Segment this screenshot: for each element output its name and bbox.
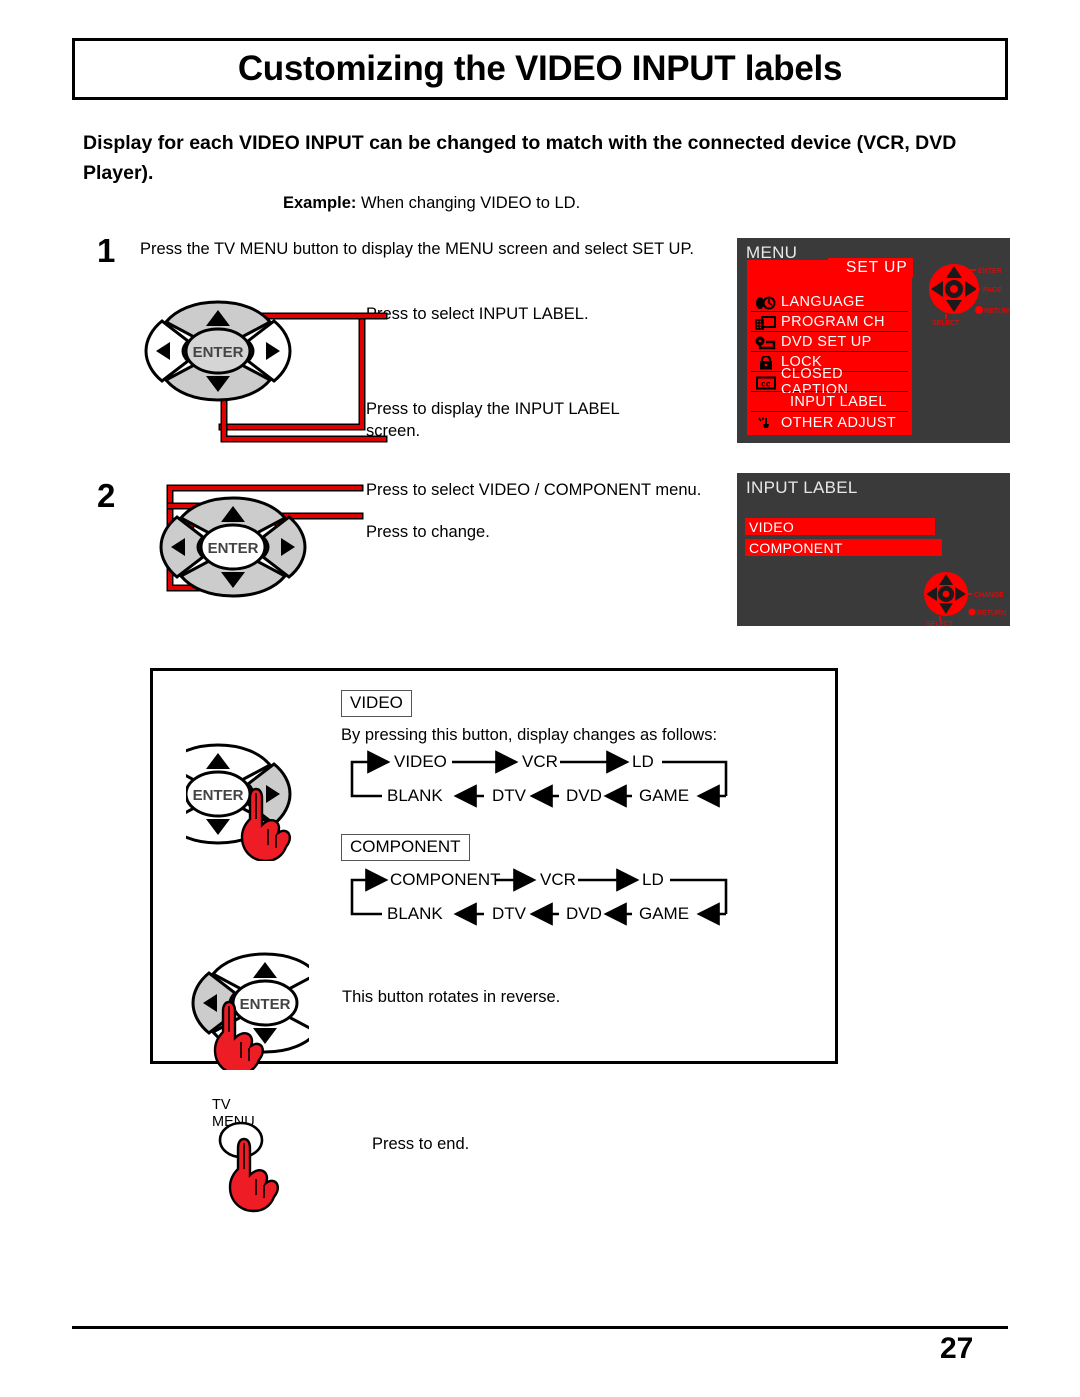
- osd-input-navpad[interactable]: CHANGE RETURN SELECT: [922, 568, 1012, 628]
- navpad-select-label: SELECT: [926, 621, 954, 628]
- flow-node-ld: LD: [642, 870, 664, 889]
- tv-menu-button-graphic[interactable]: [205, 1095, 301, 1220]
- osd-input-row-label: COMPONENT: [749, 539, 843, 556]
- flow-node-dvd: DVD: [566, 904, 602, 923]
- flow-node-component: COMPONENT: [390, 870, 501, 889]
- step-2-note-2: Press to change.: [366, 523, 490, 541]
- menu-item-closed-caption[interactable]: cc CLOSED CAPTION: [751, 366, 908, 398]
- component-chip-label: COMPONENT: [341, 834, 470, 861]
- menu-item-label: DVD SET UP: [781, 334, 872, 350]
- navpad-change-label: CHANGE: [974, 592, 1004, 599]
- svg-text:ENTER: ENTER: [193, 344, 244, 361]
- navpad-select-label: SELECT: [932, 320, 960, 327]
- osd-input-row-label: VIDEO: [749, 518, 795, 535]
- menu-item-label: INPUT LABEL: [790, 394, 887, 410]
- intro-description: Display for each VIDEO INPUT can be chan…: [83, 132, 957, 184]
- menu-item-label: LANGUAGE: [781, 294, 865, 310]
- navpad-return-label: RETURN: [984, 308, 1010, 315]
- dpad-step-1[interactable]: ENTER: [142, 296, 294, 406]
- page-number: 27: [940, 1332, 974, 1365]
- example-text: When changing VIDEO to LD.: [360, 194, 581, 212]
- svg-text:cc: cc: [761, 379, 771, 388]
- flow-node-game: GAME: [639, 904, 689, 923]
- osd-setup-tab-label: SET UP: [846, 259, 908, 276]
- menu-item-label: OTHER ADJUST: [781, 414, 897, 431]
- menu-item-program-ch[interactable]: PROGRAM CH: [751, 313, 908, 332]
- navpad-enter-label: ENTER: [978, 268, 1002, 275]
- flow-node-video: VIDEO: [394, 752, 447, 771]
- dpad-step-2[interactable]: ENTER: [157, 492, 309, 602]
- step-1-number: 1: [97, 232, 116, 269]
- program-ch-icon: [755, 315, 777, 330]
- flow-node-dvd: DVD: [566, 786, 602, 805]
- video-cycle-flow: VIDEO VCR LD BLANK DTV DVD GAME: [344, 748, 764, 810]
- svg-text:ENTER: ENTER: [240, 996, 291, 1013]
- reverse-rotate-text: This button rotates in reverse.: [342, 988, 561, 1006]
- step-1-note-1: Press to select INPUT LABEL.: [366, 305, 589, 323]
- menu-item-other-adjust[interactable]: OTHER ADJUST: [751, 413, 908, 432]
- svg-text:ENTER: ENTER: [208, 540, 259, 557]
- osd-input-row-component[interactable]: COMPONENT: [745, 539, 942, 556]
- flow-node-dtv: DTV: [492, 904, 527, 923]
- dpad-reverse-rotate[interactable]: ENTER: [191, 944, 309, 1070]
- menu-item-language[interactable]: LANGUAGE: [751, 293, 908, 312]
- menu-item-input-label[interactable]: INPUT LABEL: [751, 393, 908, 412]
- flow-node-blank: BLANK: [387, 786, 443, 805]
- press-to-end-text: Press to end.: [372, 1135, 470, 1153]
- example-line: Example: When changing VIDEO to LD.: [283, 192, 580, 214]
- navpad-return-label: RETURN: [977, 610, 1006, 617]
- step-2-number: 2: [97, 477, 116, 514]
- flow-node-game: GAME: [639, 786, 689, 805]
- flow-node-blank: BLANK: [387, 904, 443, 923]
- flow-node-vcr: VCR: [522, 752, 558, 771]
- osd-input-label-title: INPUT LABEL: [746, 478, 858, 497]
- closed-caption-icon: cc: [755, 375, 777, 390]
- menu-item-label: PROGRAM CH: [781, 314, 885, 330]
- lock-icon: [755, 355, 777, 370]
- osd-menu-navpad[interactable]: ENTER PAGE RETURN SELECT: [928, 257, 1010, 329]
- follows-text: By pressing this button, display changes…: [341, 726, 718, 744]
- flow-node-ld: LD: [632, 752, 654, 771]
- flow-node-dtv: DTV: [492, 786, 527, 805]
- osd-input-row-video[interactable]: VIDEO: [745, 518, 935, 535]
- component-cycle-flow: COMPONENT VCR LD BLANK DTV DVD GAME: [344, 866, 764, 928]
- dpad-forward-rotate[interactable]: ENTER: [186, 733, 304, 861]
- step-1-note-2: Press to display the INPUT LABEL screen.: [366, 400, 620, 440]
- other-adjust-icon: [755, 415, 777, 430]
- step-2-note-1: Press to select VIDEO / COMPONENT menu.: [366, 481, 702, 499]
- example-label: Example:: [283, 194, 357, 212]
- page-title-box: Customizing the VIDEO INPUT labels: [72, 38, 1008, 100]
- step-1-lead-text: Press the TV MENU button to display the …: [140, 240, 694, 258]
- svg-text:ENTER: ENTER: [193, 787, 244, 804]
- navpad-page-label: PAGE: [983, 287, 1002, 294]
- footer-rule: [72, 1326, 1008, 1329]
- video-chip-label: VIDEO: [341, 690, 412, 717]
- flow-node-vcr: VCR: [540, 870, 576, 889]
- language-icon: [755, 295, 777, 310]
- menu-item-dvd-setup[interactable]: DVD SET UP: [751, 333, 908, 352]
- dvd-setup-icon: [755, 335, 777, 350]
- navpad-ring: [929, 264, 979, 314]
- page-title: Customizing the VIDEO INPUT labels: [237, 49, 843, 88]
- navpad-ring: [924, 572, 968, 616]
